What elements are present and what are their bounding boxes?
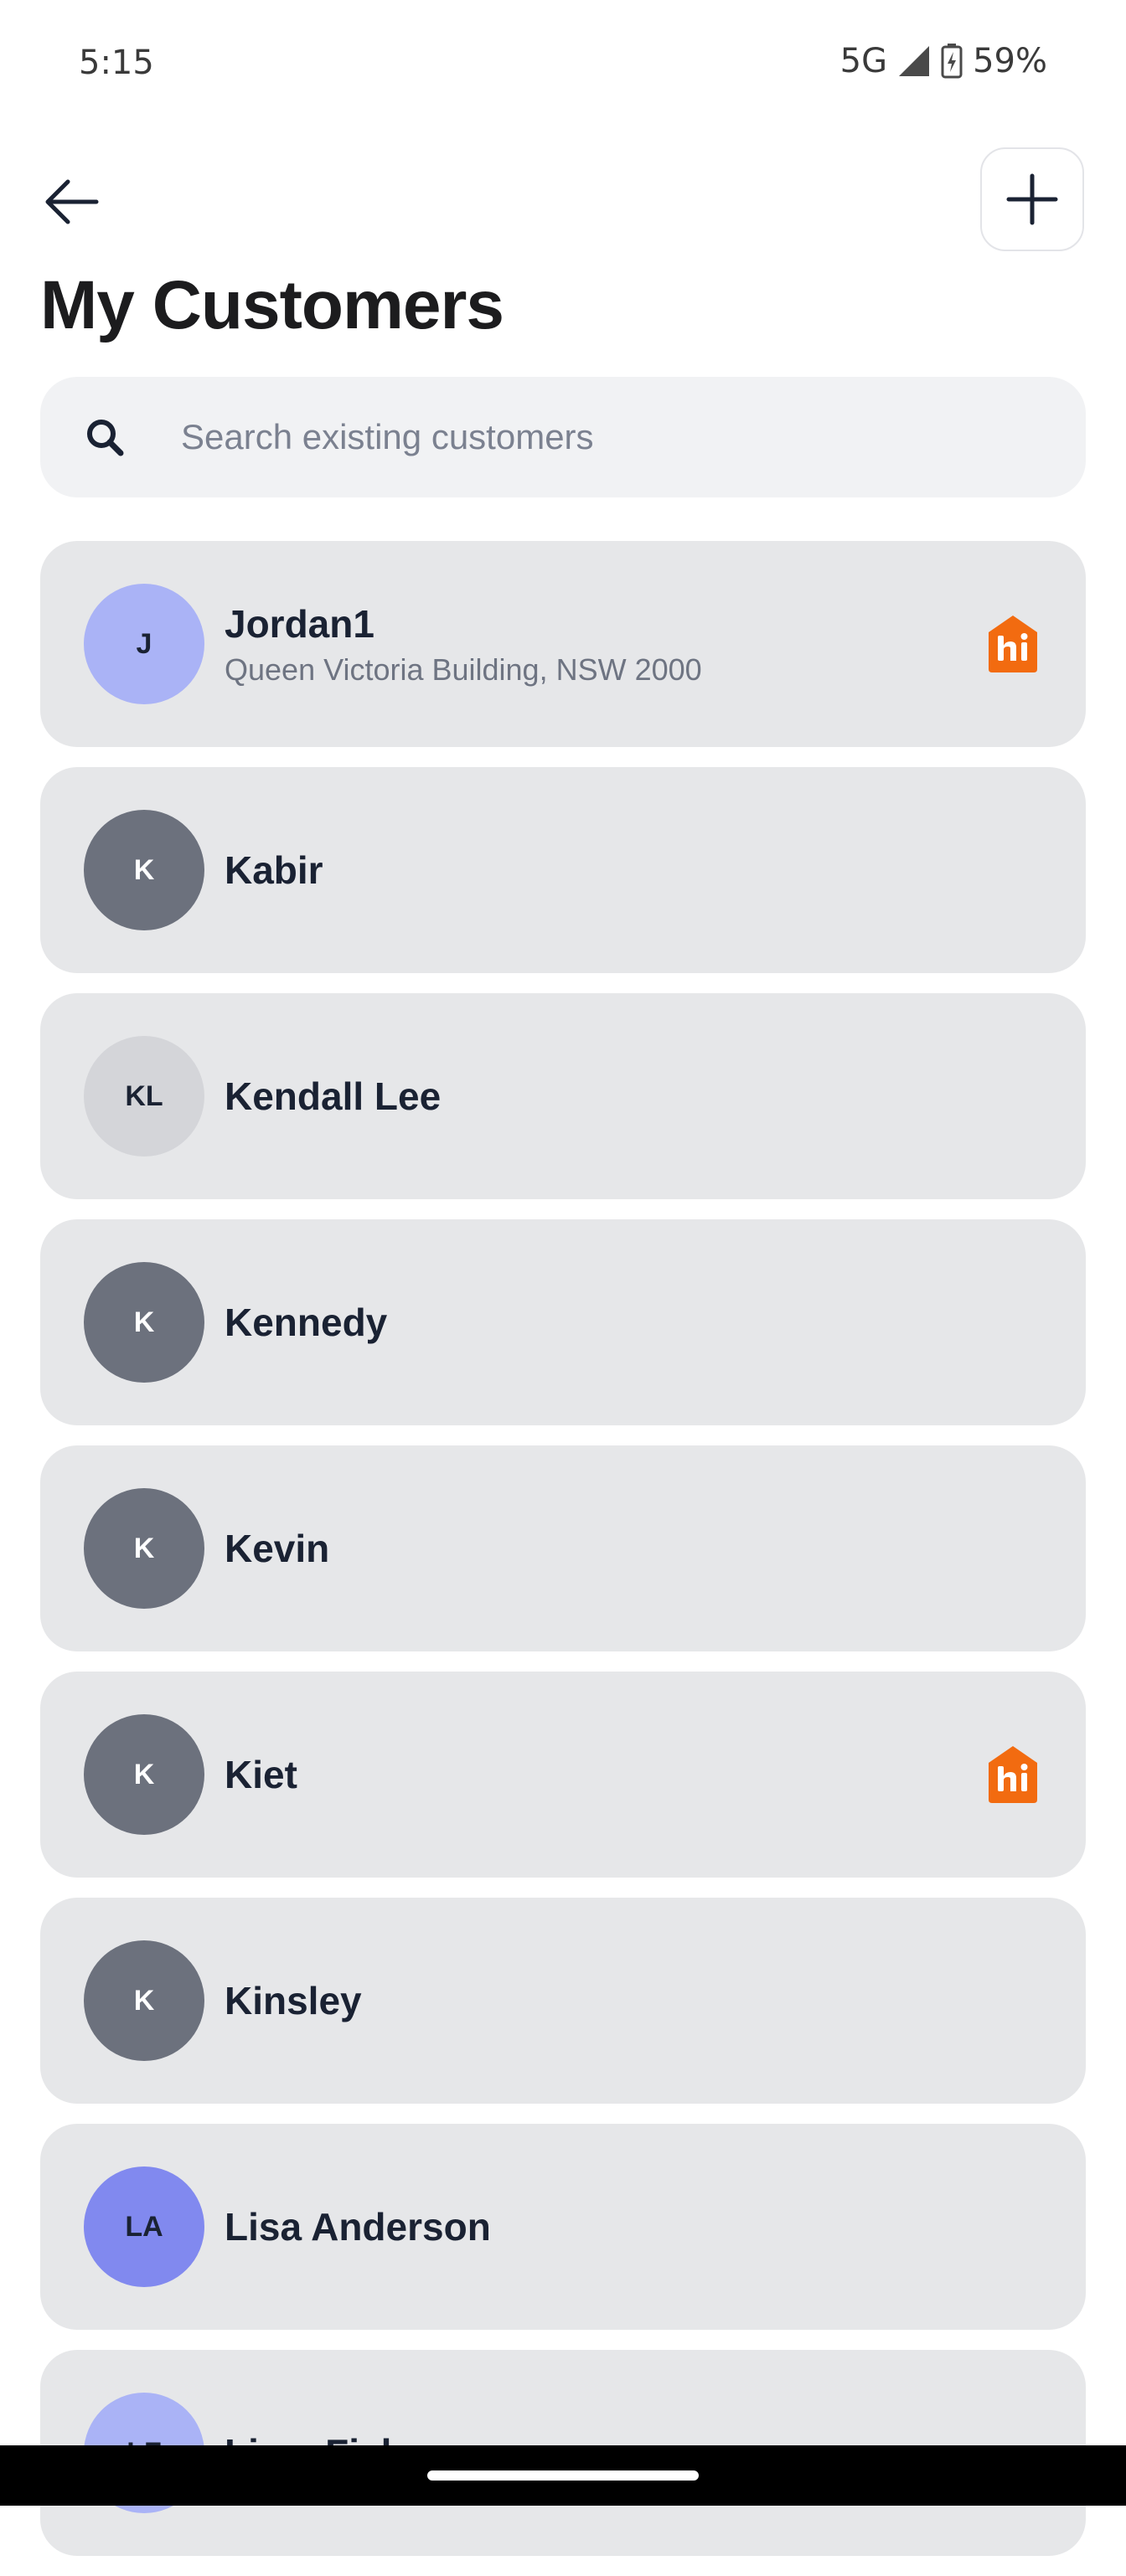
add-customer-button[interactable] bbox=[980, 147, 1084, 251]
customer-card[interactable]: K Kiet bbox=[40, 1672, 1086, 1878]
hipages-icon bbox=[989, 616, 1037, 672]
customer-info: Lisa Anderson bbox=[225, 2203, 491, 2250]
battery-icon bbox=[941, 44, 963, 79]
customer-name: Kabir bbox=[225, 848, 323, 892]
back-button[interactable] bbox=[34, 164, 109, 240]
customer-info: Kevin bbox=[225, 1525, 329, 1572]
customer-info: Kinsley bbox=[225, 1977, 362, 2024]
customer-list: J Jordan1 Queen Victoria Building, NSW 2… bbox=[40, 541, 1086, 2576]
search-icon bbox=[84, 416, 126, 458]
avatar: K bbox=[84, 1714, 204, 1835]
plus-icon bbox=[1006, 173, 1058, 225]
customer-name: Jordan1 bbox=[225, 602, 374, 646]
search-bar[interactable] bbox=[40, 377, 1086, 497]
status-time: 5:15 bbox=[79, 44, 154, 82]
customer-name: Kennedy bbox=[225, 1301, 388, 1344]
customer-card[interactable]: K Kennedy bbox=[40, 1219, 1086, 1425]
page-title: My Customers bbox=[40, 267, 504, 343]
home-gesture-handle[interactable] bbox=[427, 2470, 699, 2481]
customer-info: Kabir bbox=[225, 847, 323, 894]
customer-name: Kinsley bbox=[225, 1979, 362, 2022]
hipages-icon bbox=[989, 1746, 1037, 1803]
avatar: LA bbox=[84, 2166, 204, 2287]
customer-address: Queen Victoria Building, NSW 2000 bbox=[225, 652, 702, 687]
avatar: K bbox=[84, 1488, 204, 1609]
customer-card[interactable]: K Kabir bbox=[40, 767, 1086, 973]
avatar: KL bbox=[84, 1036, 204, 1157]
customer-info: Kendall Lee bbox=[225, 1073, 441, 1120]
customer-info: Kennedy bbox=[225, 1299, 387, 1346]
network-type: 5G bbox=[839, 42, 888, 80]
signal-icon bbox=[897, 44, 931, 78]
customer-card[interactable]: LA Lisa Anderson bbox=[40, 2124, 1086, 2330]
status-indicators: 5G 59% bbox=[840, 42, 1047, 80]
system-navigation-bar bbox=[0, 2445, 1126, 2506]
customer-name: Lisa Anderson bbox=[225, 2205, 491, 2249]
avatar: K bbox=[84, 810, 204, 930]
customer-name: Kiet bbox=[225, 1753, 297, 1796]
status-bar: 5:15 5G 59% bbox=[0, 0, 1126, 131]
avatar: K bbox=[84, 1940, 204, 2061]
customer-card[interactable]: K Kevin bbox=[40, 1445, 1086, 1651]
customer-card[interactable]: J Jordan1 Queen Victoria Building, NSW 2… bbox=[40, 541, 1086, 747]
customer-name: Kendall Lee bbox=[225, 1074, 442, 1118]
customer-name: Kevin bbox=[225, 1527, 330, 1570]
avatar: J bbox=[84, 584, 204, 704]
customer-info: Kiet bbox=[225, 1751, 297, 1798]
customer-card[interactable]: K Kinsley bbox=[40, 1898, 1086, 2104]
battery-level: 59% bbox=[973, 42, 1047, 80]
arrow-left-icon bbox=[45, 179, 99, 224]
customer-card[interactable]: KL Kendall Lee bbox=[40, 993, 1086, 1199]
customer-info: Jordan1 Queen Victoria Building, NSW 200… bbox=[225, 600, 702, 688]
search-input[interactable] bbox=[179, 416, 937, 458]
avatar: K bbox=[84, 1262, 204, 1383]
